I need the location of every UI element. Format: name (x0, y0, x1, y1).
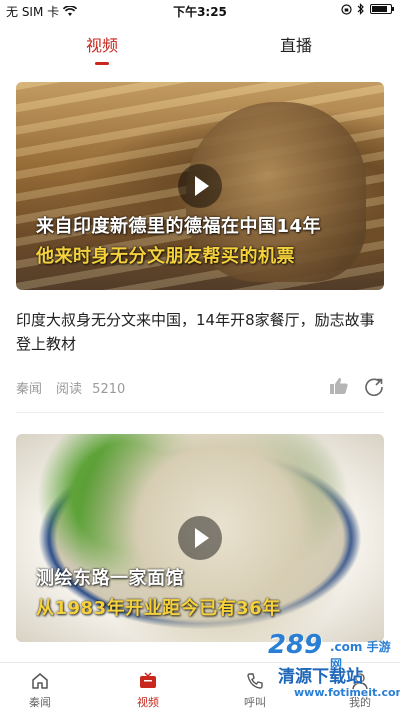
card-divider (16, 412, 384, 413)
thumbs-up-icon[interactable] (329, 376, 349, 396)
status-bar: 无 SIM 卡 下午3:25 (0, 0, 400, 20)
status-right (341, 3, 394, 15)
read-label: 阅读 (56, 382, 83, 397)
tab-video[interactable]: 视频 (62, 32, 142, 56)
video-feed[interactable]: 来自印度新德里的德福在中国14年 他来时身无分文朋友帮买的机票 印度大叔身无分文… (0, 82, 400, 662)
nav-item-home[interactable]: 秦闻 (10, 663, 70, 711)
bluetooth-icon (357, 3, 364, 15)
video-title[interactable]: 印度大叔身无分文来中国，14年开8家餐厅，励志故事登上教材 (16, 308, 384, 356)
watermark-url: www.fotimeit.com (294, 686, 400, 699)
share-icon[interactable] (364, 376, 384, 396)
thumbnail-caption-line1: 来自印度新德里的德福在中国14年 (36, 216, 322, 237)
video-thumbnail[interactable]: 来自印度新德里的德福在中国14年 他来时身无分文朋友帮买的机票 (16, 82, 384, 290)
video-source: 秦闻 (16, 382, 43, 397)
nav-label-home: 秦闻 (29, 696, 51, 709)
tab-live[interactable]: 直播 (256, 32, 336, 56)
nav-label-video: 视频 (137, 696, 159, 709)
watermark-main-text: 清源下载站 (278, 667, 363, 687)
read-count-group: 阅读 5210 (56, 378, 125, 397)
battery-icon (370, 4, 394, 14)
play-icon[interactable] (178, 516, 222, 560)
video-meta: 秦闻 阅读 5210 (16, 378, 125, 397)
thumbnail-caption-line2: 他来时身无分文朋友帮买的机票 (36, 246, 295, 267)
play-icon[interactable] (178, 164, 222, 208)
battery-fill (372, 6, 388, 12)
thumbnail-caption-line2: 从1983年开业距今已有36年 (36, 598, 281, 619)
active-tab-indicator (95, 62, 109, 65)
rotation-lock-icon (341, 3, 352, 15)
video-thumbnail[interactable]: 测绘东路一家面馆 从1983年开业距今已有36年 (16, 434, 384, 642)
status-time: 下午3:25 (173, 5, 227, 19)
tv-icon (140, 672, 156, 688)
watermark-brand: 289 (268, 630, 323, 660)
home-icon (32, 673, 48, 689)
watermark-logo: 289 .com 手游网 清源下载站 www.fotimeit.com (250, 630, 400, 708)
top-tabs: 视频 直播 (0, 20, 400, 70)
thumbnail-caption-line1: 测绘东路一家面馆 (36, 568, 184, 589)
read-count: 5210 (92, 382, 126, 397)
nav-item-video[interactable]: 视频 (118, 663, 178, 711)
